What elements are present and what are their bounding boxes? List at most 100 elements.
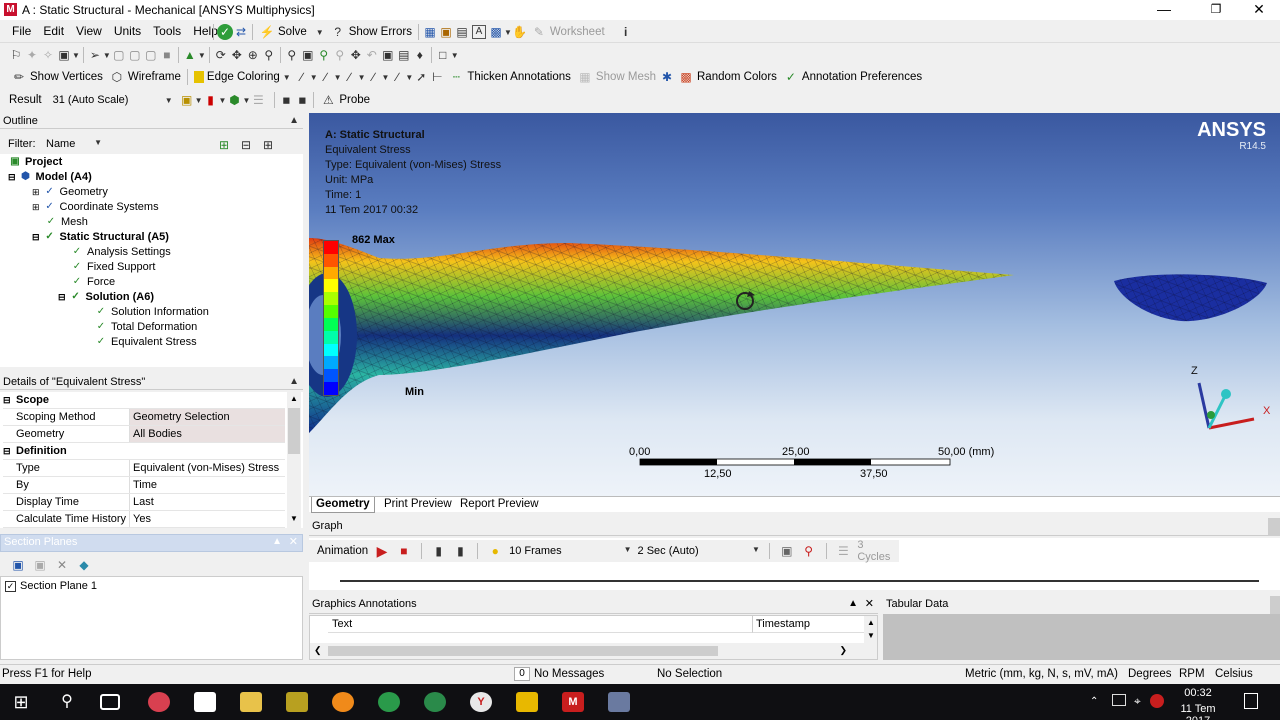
pin-select-icon[interactable]: ⚐ [8,47,24,63]
menu-file[interactable]: File [8,21,35,41]
details-row-geometry[interactable]: Geometry All Bodies [3,426,285,443]
random-colors-button[interactable]: ▩ Random Colors [675,67,780,87]
tray-chevron-icon[interactable]: ⌃ [1090,696,1098,707]
graphics-viewport[interactable]: A: Static Structural Equivalent Stress T… [309,113,1280,496]
windows-start-icon[interactable]: ⊞ [10,692,32,712]
taskbar-app-1-icon[interactable] [148,692,170,712]
lightbulb-icon[interactable]: ● [487,543,503,559]
worksheet-button[interactable]: ✎ Worksheet [528,22,608,42]
frames-select[interactable]: 10 Frames ▼ [509,545,631,557]
next-view-icon[interactable]: ▣ [380,47,396,63]
details-row-type[interactable]: Type Equivalent (von-Mises) Stress [3,460,285,477]
annotations-column-timestamp[interactable]: Timestamp [753,616,865,633]
delete-section-plane-icon[interactable]: ✕ [54,557,70,573]
zoom-in-icon[interactable]: ⊕ [245,47,261,63]
annotations-vscrollbar[interactable]: ▲ ▼ [864,616,877,659]
edit-section-plane-icon[interactable]: ▣ [32,557,48,573]
tree-item-static-structural[interactable]: ⊟ ✓ Static Structural (A5) [32,230,169,245]
show-vertices-button[interactable]: ✏ Show Vertices [8,67,106,87]
viewport-layout-icon[interactable]: □ [435,47,451,63]
tree-item-fixed-support[interactable]: ✓ Fixed Support [70,260,156,275]
wireframe-button[interactable]: ⬡ Wireframe [106,67,184,87]
set-view-icon[interactable]: ▤ [396,47,412,63]
status-rpm[interactable]: RPM [1179,668,1205,680]
edge-style-3-icon[interactable]: ∕ [342,69,358,85]
menu-tools[interactable]: Tools [149,21,185,41]
new-section-plane-icon[interactable]: ▣ [10,557,26,573]
select-mode-icon[interactable]: ▣ [56,47,72,63]
annotations-pin-icon[interactable]: ▲ [848,598,858,609]
tree-item-model[interactable]: ⊟ ⬢ Model (A4) [8,170,92,185]
clock-time[interactable]: 00:32 [1168,687,1228,699]
min-icon[interactable]: ◼ [294,92,310,108]
yandex-icon[interactable]: Y [470,692,492,712]
pin-icon[interactable]: ▲ [289,113,299,129]
zoom-icon[interactable]: ⚲ [261,47,277,63]
export-video-icon[interactable]: ▣ [779,543,795,559]
taskbar-app-4-icon[interactable] [608,692,630,712]
solve-button[interactable]: ⚡ Solve ▼ [256,22,327,42]
collapse-tree-icon[interactable]: ⊟ [238,137,254,153]
details-row-scoping-method[interactable]: Scoping Method Geometry Selection [3,409,285,426]
mechanical-icon[interactable]: M [562,692,584,712]
show-errors-button[interactable]: ? Show Errors [327,22,415,42]
zoom-fit-icon[interactable]: ▣ [300,47,316,63]
status-messages[interactable]: 0 No Messages [514,667,604,681]
edge-coloring-button[interactable]: Edge Coloring ▼ [191,67,294,87]
details-scrollbar[interactable]: ▲ ▼ [287,392,301,528]
zoom-previous-icon[interactable]: ⚲ [332,47,348,63]
section-plane-checkbox[interactable]: ✓ [5,580,16,592]
tree-item-analysis-settings[interactable]: ✓ Analysis Settings [70,245,171,260]
details-section-scope[interactable]: ⊟ Scope [3,392,285,409]
battery-icon[interactable] [1112,694,1126,706]
duration-select[interactable]: 2 Sec (Auto) ▼ [638,545,760,557]
text-annotation-icon[interactable]: A [471,25,486,39]
extend-selection-icon[interactable]: ▲ [182,47,198,63]
annotation-preferences-button[interactable]: ✓ Annotation Preferences [780,67,925,87]
vertex-select-icon[interactable]: ✦ [24,47,40,63]
search-icon[interactable]: ⚲ [56,692,78,712]
tab-report-preview[interactable]: Report Preview [456,497,543,513]
result-scale-select[interactable]: 31 (Auto Scale) ▼ [51,91,175,109]
vector-icon[interactable]: ☰ [250,92,266,108]
stop-icon[interactable]: ■ [396,543,412,559]
tab-geometry[interactable]: Geometry [311,497,375,513]
minimize-button[interactable]: — [1141,0,1187,20]
tag-icon[interactable]: ♦ [412,47,428,63]
notifications-icon[interactable] [1244,693,1258,709]
edge-style-1-icon[interactable]: ∕ [294,69,310,85]
tree-item-solution-information[interactable]: ✓ Solution Information [94,305,209,320]
menu-units[interactable]: Units [110,21,145,41]
animation-timeline[interactable] [340,580,1259,582]
chrome-icon-2[interactable] [424,692,446,712]
annotations-close-icon[interactable]: ✕ [865,597,874,610]
rotate-icon[interactable]: ⟳ [213,47,229,63]
chart-icon[interactable]: ▤ [454,24,470,40]
menu-edit[interactable]: Edit [39,21,68,41]
tree-item-geometry[interactable]: ⊞ ✓ Geometry [32,185,108,200]
annotations-column-text[interactable]: Text [328,616,753,633]
tree-arrow-icon[interactable]: ⇄ [233,24,249,40]
tree-item-equivalent-stress[interactable]: ✓ Equivalent Stress [94,335,197,350]
chrome-icon[interactable] [378,692,400,712]
maximize-button[interactable]: ❐ [1193,0,1239,20]
bracket-icon[interactable]: ⊢ [429,69,445,85]
info-icon[interactable]: i [618,24,634,40]
face-select-icon[interactable]: ▢ [111,47,127,63]
details-row-by[interactable]: By Time [3,477,285,494]
edge-select-icon[interactable]: ✧ [40,47,56,63]
edge-style-5-icon[interactable]: ∕ [389,69,405,85]
close-button[interactable]: ✕ [1236,0,1280,20]
file-explorer-icon[interactable] [240,692,262,712]
capture-icon[interactable]: ▩ [488,24,504,40]
details-row-calculate-time-history[interactable]: Calculate Time History Yes [3,511,285,528]
tree-options-icon[interactable]: ⊞ [260,137,276,153]
section-plane-item[interactable]: ✓ Section Plane 1 [5,580,97,592]
element-select-icon[interactable]: ■ [159,47,175,63]
tree-item-mesh[interactable]: ✓ Mesh [44,215,88,230]
tab-print-preview[interactable]: Print Preview [380,497,456,513]
body-select-icon[interactable]: ▢ [127,47,143,63]
mail-icon[interactable] [194,692,216,712]
taskbar-app-2-icon[interactable] [286,692,308,712]
max-icon[interactable]: ◼ [278,92,294,108]
